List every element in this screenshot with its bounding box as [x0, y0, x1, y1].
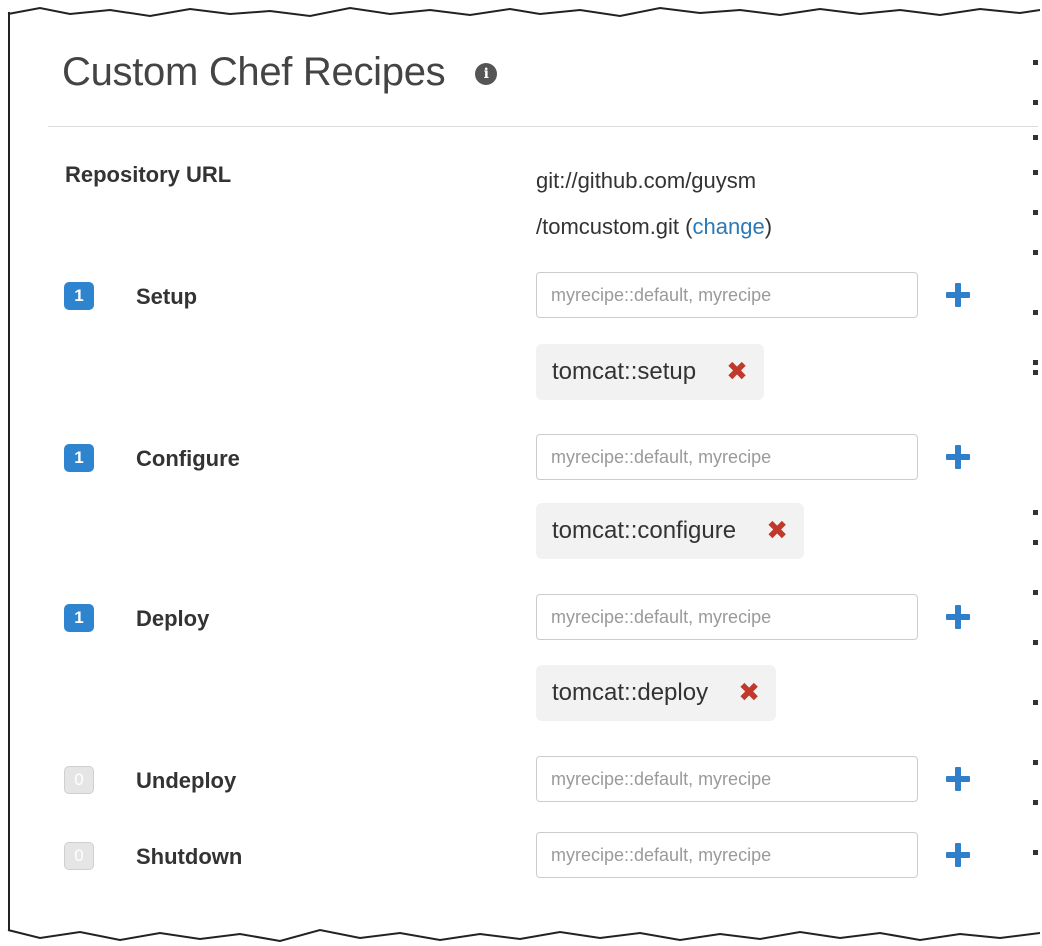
- event-label-setup: Setup: [136, 284, 198, 309]
- recipe-count-badge: 1: [64, 444, 94, 472]
- recipe-tag-label: tomcat::configure: [552, 517, 737, 544]
- configure-recipe-input[interactable]: [536, 434, 918, 480]
- event-row-undeploy: 0 Undeploy: [0, 756, 1042, 806]
- info-icon[interactable]: i: [475, 63, 498, 85]
- repository-url-line1: git://github.com/guysm: [536, 168, 757, 193]
- repository-url-line2: /tomcustom.git: [536, 214, 680, 239]
- repository-url-label: Repository URL: [65, 162, 232, 187]
- plus-icon[interactable]: [946, 283, 970, 307]
- close-paren: ): [764, 214, 773, 239]
- recipe-tag-setup: tomcat::setup ✖: [536, 344, 765, 400]
- page-title: Custom Chef Recipes: [62, 49, 446, 94]
- header-divider: [48, 126, 1038, 127]
- event-row-deploy: 1 Deploy: [0, 594, 1042, 644]
- repository-url-line2-wrap: /tomcustom.git (change): [536, 204, 866, 250]
- recipe-tag-label: tomcat::deploy: [552, 679, 709, 706]
- plus-icon[interactable]: [946, 445, 970, 469]
- remove-x-icon[interactable]: ✖: [738, 680, 760, 706]
- event-label-shutdown: Shutdown: [136, 844, 243, 869]
- recipe-tag-label: tomcat::setup: [552, 358, 697, 385]
- shutdown-recipe-input[interactable]: [536, 832, 918, 878]
- recipe-count-badge: 1: [64, 282, 94, 310]
- setup-recipe-input[interactable]: [536, 272, 918, 318]
- plus-icon[interactable]: [946, 843, 970, 867]
- event-row-setup: 1 Setup: [0, 272, 1042, 322]
- repository-url-value: git://github.com/guysm /tomcustom.git (c…: [536, 158, 866, 250]
- remove-x-icon[interactable]: ✖: [726, 359, 748, 385]
- plus-icon[interactable]: [946, 605, 970, 629]
- recipe-tag-deploy: tomcat::deploy ✖: [536, 665, 777, 721]
- screenshot-frame: Custom Chef Recipes i Repository URL git…: [0, 0, 1042, 946]
- undeploy-recipe-input[interactable]: [536, 756, 918, 802]
- remove-x-icon[interactable]: ✖: [766, 518, 788, 544]
- change-repository-link[interactable]: change: [693, 214, 765, 239]
- event-label-undeploy: Undeploy: [136, 768, 237, 793]
- event-row-shutdown: 0 Shutdown: [0, 832, 1042, 882]
- recipe-count-badge: 0: [64, 842, 94, 870]
- event-row-configure: 1 Configure: [0, 434, 1042, 484]
- open-paren: (: [679, 214, 693, 239]
- event-label-configure: Configure: [136, 446, 240, 471]
- event-label-deploy: Deploy: [136, 606, 210, 631]
- recipe-count-badge: 1: [64, 604, 94, 632]
- plus-icon[interactable]: [946, 767, 970, 791]
- recipe-tag-configure: tomcat::configure ✖: [536, 503, 805, 559]
- panel-header: Custom Chef Recipes i: [62, 46, 498, 98]
- deploy-recipe-input[interactable]: [536, 594, 918, 640]
- recipe-count-badge: 0: [64, 766, 94, 794]
